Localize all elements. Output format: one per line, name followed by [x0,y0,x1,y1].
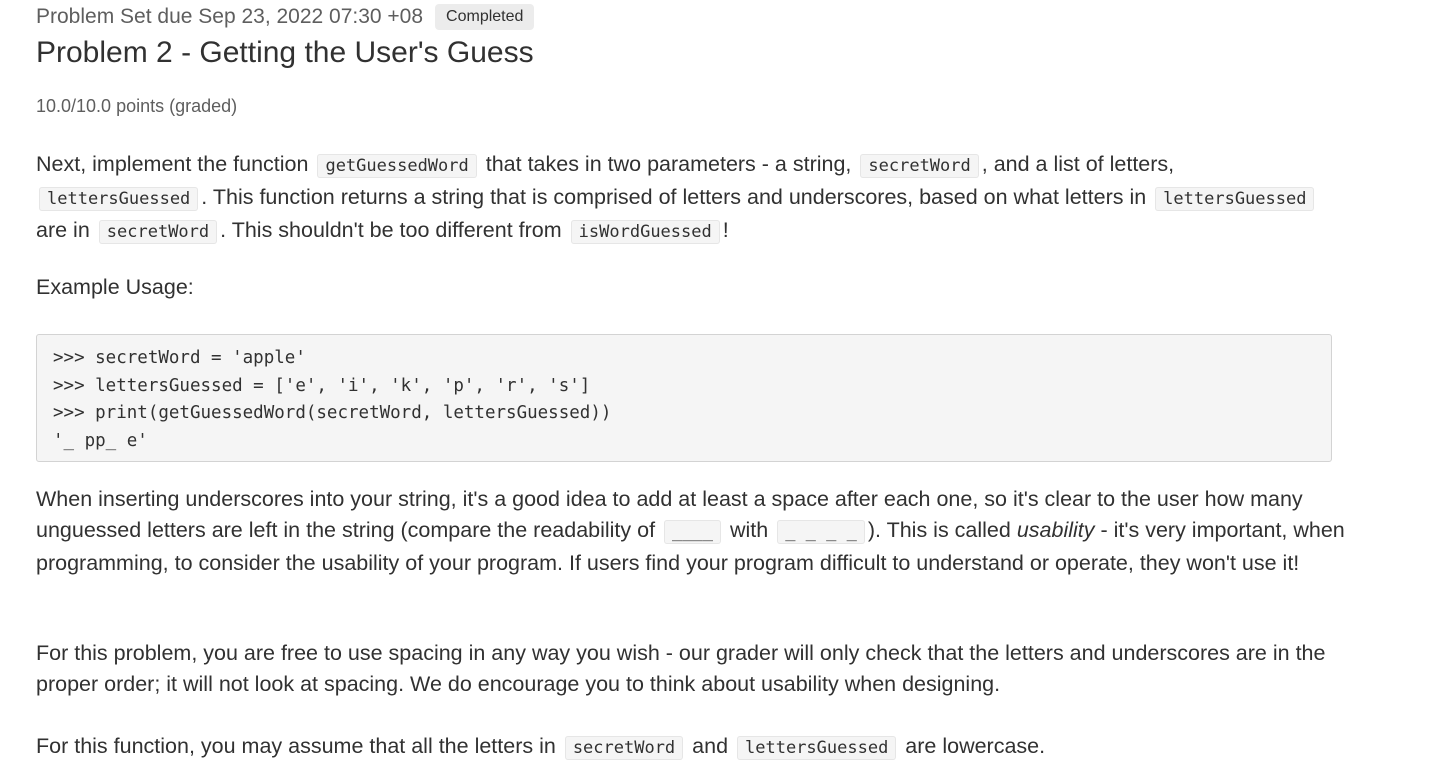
due-line: Problem Set due Sep 23, 2022 07:30 +08 C… [36,4,535,30]
inline-code-lettersguessed: lettersGuessed [1155,187,1315,211]
example-code-block: >>> secretWord = 'apple' >>> lettersGuess… [36,334,1332,462]
status-badge: Completed [435,4,535,30]
intro-text: . This shouldn't be too different from [220,218,562,242]
inline-code-iswordguessed: isWordGuessed [570,220,720,244]
inline-code-secretword: secretWord [564,736,684,760]
lowercase-paragraph: For this function, you may assume that a… [36,731,1346,764]
code-line: >>> print(getGuessedWord(secretWord, let… [53,403,612,423]
intro-text: are in [36,218,90,242]
intro-text: that takes in two parameters - a string, [485,152,852,176]
usability-text: with [729,518,769,542]
spacing-paragraph: For this problem, you are free to use sp… [36,641,1326,696]
inline-code-secretword: secretWord [860,154,979,178]
inline-code-function: getGuessedWord [317,154,477,178]
intro-text: ! [722,218,729,242]
inline-code-lettersguessed: lettersGuessed [39,187,199,211]
code-line: >>> secretWord = 'apple' [53,348,306,368]
usability-text: ). This is called [867,518,1011,542]
due-date-text: Problem Set due Sep 23, 2022 07:30 +08 [36,5,424,28]
code-line: '_ pp_ e' [53,430,148,451]
intro-text: , and a list of letters, [981,152,1175,176]
example-heading: Example Usage: [36,275,194,299]
usability-paragraph: When inserting underscores into your str… [36,484,1346,579]
inline-code-underscores: ____ [664,520,721,544]
code-line: >>> lettersGuessed = ['e', 'i', 'k', 'p'… [53,375,591,396]
intro-text: Next, implement the function [36,152,309,176]
intro-paragraph: Next, implement the function getGuessedW… [36,149,1346,248]
lowercase-text: are lowercase. [905,734,1046,758]
intro-text: . This function returns a string that is… [201,185,1147,209]
lowercase-text: and [692,734,729,758]
points-graded: 10.0/10.0 points (graded) [36,96,238,116]
usability-emphasis: usability [1016,518,1095,542]
inline-code-lettersguessed: lettersGuessed [737,736,897,760]
inline-code-spaced-underscores: _ _ _ _ [777,520,865,544]
inline-code-secretword: secretWord [98,220,218,244]
problem-title: Problem 2 - Getting the User's Guess [36,36,534,69]
lowercase-text: For this function, you may assume that a… [36,734,556,758]
